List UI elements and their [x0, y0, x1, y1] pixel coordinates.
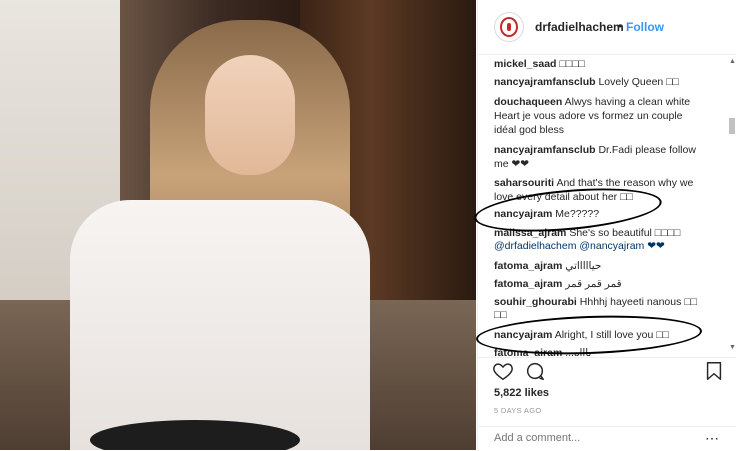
bookmark-icon[interactable]	[703, 360, 725, 382]
separator-dot: •	[618, 19, 623, 33]
comment-user[interactable]: nancyajramfansclub	[494, 76, 596, 88]
comment-item: nancyajramfansclub Dr.Fadi please follow	[494, 144, 726, 158]
follow-button[interactable]: Follow	[626, 20, 664, 34]
add-comment-input[interactable]	[492, 431, 696, 445]
scroll-down-icon[interactable]: ▼	[729, 344, 736, 351]
photo-blouse	[70, 200, 370, 450]
avatar-dot	[507, 23, 511, 31]
comment-text: قمر قمر قمر	[565, 278, 622, 290]
comment-text-line: Heart je vous adore vs formez un couple	[494, 110, 683, 122]
comment-user[interactable]: nancyajramfansclub	[494, 144, 596, 156]
comment-text: Lovely Queen □□	[598, 76, 679, 88]
avatar[interactable]	[494, 12, 524, 42]
comment-item: fatoma_ajram قمر قمر قمر	[494, 278, 726, 292]
comment-text: Dr.Fadi please follow	[598, 144, 696, 156]
comment-text: She's so beautiful □□□□	[569, 227, 681, 239]
scroll-thumb[interactable]	[729, 118, 735, 134]
comment-item: nancyajramfansclub Lovely Queen □□	[494, 76, 726, 90]
comment-user[interactable]: souhir_ghourabi	[494, 296, 577, 308]
comment-text: Hhhhj hayeeti nanous □□	[579, 296, 697, 308]
post-header: drfadielhachem • Follow	[478, 0, 736, 55]
username-link[interactable]: drfadielhachem	[535, 20, 624, 34]
post-photo[interactable]	[0, 0, 476, 450]
comment-item: mickel_saad □□□□	[494, 58, 726, 72]
comment-text: حياااااتي	[565, 260, 602, 272]
comment-text-line: idéal god bless	[494, 124, 565, 136]
comment-text: And that's the reason why we	[556, 177, 694, 189]
comment-user[interactable]: mickel_saad	[494, 58, 556, 70]
comment-user[interactable]: fatoma_ajram	[494, 278, 562, 290]
comment-text: Alwys having a clean white	[564, 96, 691, 108]
post-date[interactable]: 5 DAYS AGO	[494, 406, 541, 415]
heart-icon[interactable]	[492, 360, 514, 382]
comment-user[interactable]: saharsouriti	[494, 177, 554, 189]
comment-item: souhir_ghourabi Hhhhj hayeeti nanous □□	[494, 296, 726, 310]
comment-text-line: me ❤❤	[494, 158, 530, 170]
comment-text: □□□□	[559, 58, 585, 70]
scroll-up-icon[interactable]: ▲	[729, 58, 736, 65]
add-comment-bar: ⋯	[478, 426, 736, 451]
action-bar	[478, 357, 736, 388]
likes-count[interactable]: 5,822 likes	[494, 387, 549, 399]
comment-user[interactable]: douchaqueen	[494, 96, 562, 108]
comment-icon[interactable]	[524, 360, 546, 382]
photo-face	[205, 55, 295, 175]
more-icon[interactable]: ⋯	[705, 430, 719, 447]
comment-mentions[interactable]: @drfadielhachem @nancyajram ❤❤	[494, 240, 726, 254]
comments-scrollbar[interactable]: ▲ ▼	[728, 58, 736, 354]
post-sidebar: drfadielhachem • Follow mickel_saad □□□□…	[472, 0, 736, 451]
comment-item: douchaqueen Alwys having a clean white	[494, 96, 726, 110]
comment-user[interactable]: fatoma_ajram	[494, 260, 562, 272]
comment-item: fatoma_ajram حياااااتي	[494, 260, 726, 274]
